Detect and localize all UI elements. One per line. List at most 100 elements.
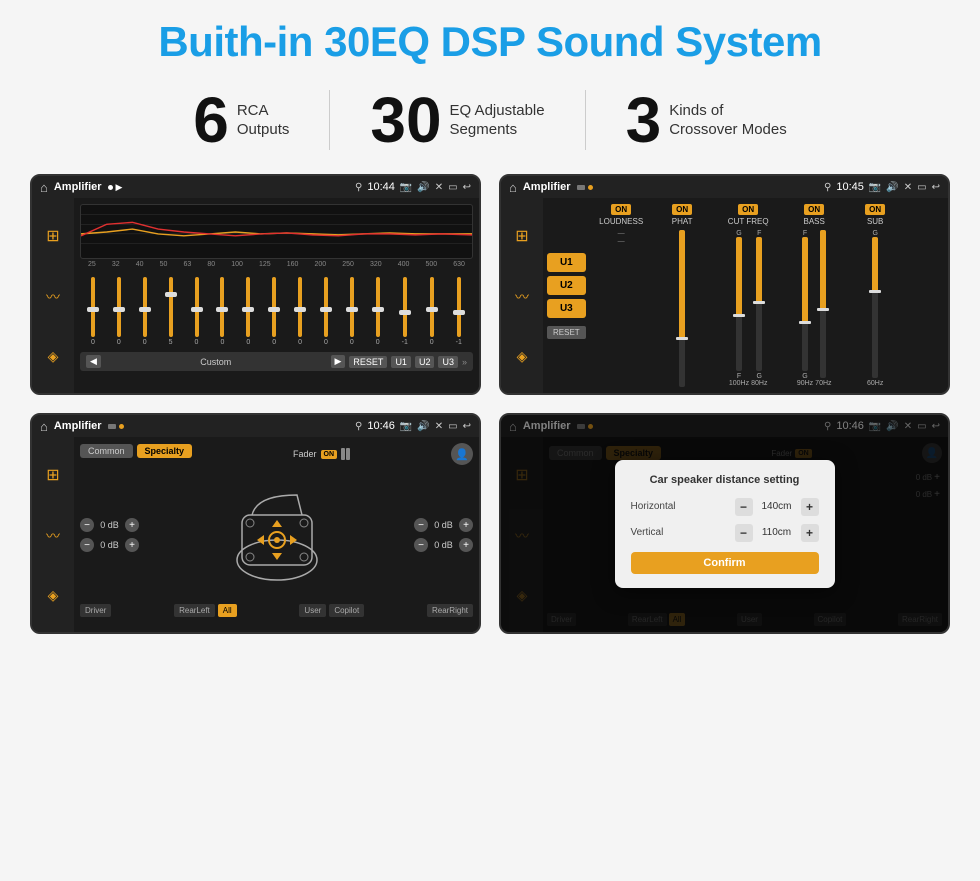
user-icon[interactable]: 👤 xyxy=(451,443,473,465)
side-panel-2: ⊞ 〰 ◈ xyxy=(501,198,543,393)
on-badge-loudness[interactable]: ON xyxy=(611,204,631,215)
eq-slider-col-9: 0 xyxy=(298,277,302,346)
eq-reset-btn[interactable]: RESET xyxy=(349,356,387,368)
eq-slider-track-12[interactable] xyxy=(376,277,380,337)
horizontal-plus-btn[interactable]: + xyxy=(801,498,819,516)
db-minus-2[interactable]: − xyxy=(80,538,94,552)
eq-play-btn[interactable]: ▶ xyxy=(331,355,346,368)
statusbar-left-2: ⌂ Amplifier xyxy=(509,180,593,195)
eq-slider-track-1[interactable] xyxy=(91,277,95,337)
label-driver: Driver xyxy=(80,604,111,617)
time-1: 10:44 xyxy=(367,181,395,193)
db-plus-2[interactable]: + xyxy=(125,538,139,552)
db-minus-1[interactable]: − xyxy=(80,518,94,532)
screen2-body: ⊞ 〰 ◈ U1 U2 U3 RESET ON LOUDNESS xyxy=(501,198,948,393)
eq-val-9: 0 xyxy=(298,339,302,346)
eq-u3-btn[interactable]: U3 xyxy=(438,356,458,368)
main-title: Buith-in 30EQ DSP Sound System xyxy=(158,18,821,66)
wave-icon-3[interactable]: 〰 xyxy=(46,526,60,546)
speaker-icon-1[interactable]: ◈ xyxy=(48,348,59,365)
back-icon-2[interactable]: ↩ xyxy=(932,182,940,193)
fader-on-badge[interactable]: ON xyxy=(321,450,338,459)
eq-slider-track-11[interactable] xyxy=(350,277,354,337)
u3-button[interactable]: U3 xyxy=(547,299,586,318)
dot-orange-2 xyxy=(588,185,593,190)
home-icon-2[interactable]: ⌂ xyxy=(509,180,517,195)
vertical-label: Vertical xyxy=(631,527,686,538)
confirm-button[interactable]: Confirm xyxy=(631,552,819,574)
eq-freq-32: 32 xyxy=(112,261,120,268)
db-minus-3[interactable]: − xyxy=(414,518,428,532)
on-badge-cutfreq[interactable]: ON xyxy=(738,204,758,215)
on-badge-sub[interactable]: ON xyxy=(865,204,885,215)
statusbar-left-3: ⌂ Amplifier xyxy=(40,419,124,434)
eq-slider-track-10[interactable] xyxy=(324,277,328,337)
eq-slider-thumb-6 xyxy=(216,307,228,312)
eq-icon-1[interactable]: ⊞ xyxy=(46,226,59,246)
speaker-icon-3[interactable]: ◈ xyxy=(48,587,59,604)
eq-slider-col-14: 0 xyxy=(430,277,434,346)
label-rearleft: RearLeft xyxy=(174,604,215,617)
speaker-icon-2[interactable]: ◈ xyxy=(517,348,528,365)
eq-slider-track-7[interactable] xyxy=(246,277,250,337)
eq-icon-2[interactable]: ⊞ xyxy=(515,226,528,246)
db-minus-4[interactable]: − xyxy=(414,538,428,552)
statusbar-right-1: ⚲ 10:44 📷 🔊 ✕ ▭ ↩ xyxy=(355,181,471,193)
eq-slider-track-13[interactable] xyxy=(403,277,407,337)
on-badge-bass[interactable]: ON xyxy=(804,204,824,215)
tab-common[interactable]: Common xyxy=(80,444,133,458)
eq-slider-track-6[interactable] xyxy=(220,277,224,337)
volume-icon-1: 🔊 xyxy=(417,182,429,193)
label-all[interactable]: All xyxy=(218,604,237,617)
eq-slider-col-6: 0 xyxy=(220,277,224,346)
tab-specialty[interactable]: Specialty xyxy=(137,444,193,458)
back-icon-1[interactable]: ↩ xyxy=(463,182,471,193)
eq-main: 25 32 40 50 63 80 100 125 160 200 250 32… xyxy=(74,198,479,393)
eq-u2-btn[interactable]: U2 xyxy=(415,356,435,368)
vertical-minus-btn[interactable]: − xyxy=(735,524,753,542)
eq-slider-thumb-5 xyxy=(191,307,203,312)
side-panel-1: ⊞ 〰 ◈ xyxy=(32,198,74,393)
eq-slider-track-9[interactable] xyxy=(298,277,302,337)
eq-freq-160: 160 xyxy=(287,261,299,268)
eq-slider-thumb-3 xyxy=(139,307,151,312)
eq-slider-track-3[interactable] xyxy=(143,277,147,337)
fader-left-controls: − 0 dB + − 0 dB + xyxy=(80,470,139,600)
eq-freq-80: 80 xyxy=(207,261,215,268)
eq-val-12: 0 xyxy=(376,339,380,346)
eq-slider-track-14[interactable] xyxy=(430,277,434,337)
eq-slider-track-2[interactable] xyxy=(117,277,121,337)
expand-icon[interactable]: » xyxy=(462,357,467,367)
db-plus-3[interactable]: + xyxy=(459,518,473,532)
eq-slider-track-4[interactable] xyxy=(169,277,173,337)
vertical-plus-btn[interactable]: + xyxy=(801,524,819,542)
eq-slider-track-8[interactable] xyxy=(272,277,276,337)
eq-icon-3[interactable]: ⊞ xyxy=(46,465,59,485)
on-badge-phat[interactable]: ON xyxy=(672,204,692,215)
eq-slider-thumb-4 xyxy=(165,292,177,297)
eq-slider-col-7: 0 xyxy=(246,277,250,346)
reset-button[interactable]: RESET xyxy=(547,326,586,339)
eq-freq-400: 400 xyxy=(398,261,410,268)
horizontal-minus-btn[interactable]: − xyxy=(735,498,753,516)
eq-slider-track-5[interactable] xyxy=(195,277,199,337)
eq-u1-btn[interactable]: U1 xyxy=(391,356,411,368)
wave-icon-2[interactable]: 〰 xyxy=(515,287,529,307)
eq-prev-btn[interactable]: ◀ xyxy=(86,355,101,368)
distance-modal: Car speaker distance setting Horizontal … xyxy=(615,460,835,588)
eq-freq-200: 200 xyxy=(314,261,326,268)
db-plus-1[interactable]: + xyxy=(125,518,139,532)
db-plus-4[interactable]: + xyxy=(459,538,473,552)
eq-slider-track-15[interactable] xyxy=(457,277,461,337)
eq-slider-col-12: 0 xyxy=(376,277,380,346)
eq-controls: ◀ Custom ▶ RESET U1 U2 U3 » xyxy=(80,352,473,371)
eq-slider-thumb-1 xyxy=(87,307,99,312)
modal-overlay: Car speaker distance setting Horizontal … xyxy=(501,415,948,632)
u1-button[interactable]: U1 xyxy=(547,253,586,272)
home-icon-1[interactable]: ⌂ xyxy=(40,180,48,195)
statusbar-left-1: ⌂ Amplifier ▶ xyxy=(40,180,122,195)
u2-button[interactable]: U2 xyxy=(547,276,586,295)
wave-icon-1[interactable]: 〰 xyxy=(46,287,60,307)
home-icon-3[interactable]: ⌂ xyxy=(40,419,48,434)
back-icon-3[interactable]: ↩ xyxy=(463,421,471,432)
